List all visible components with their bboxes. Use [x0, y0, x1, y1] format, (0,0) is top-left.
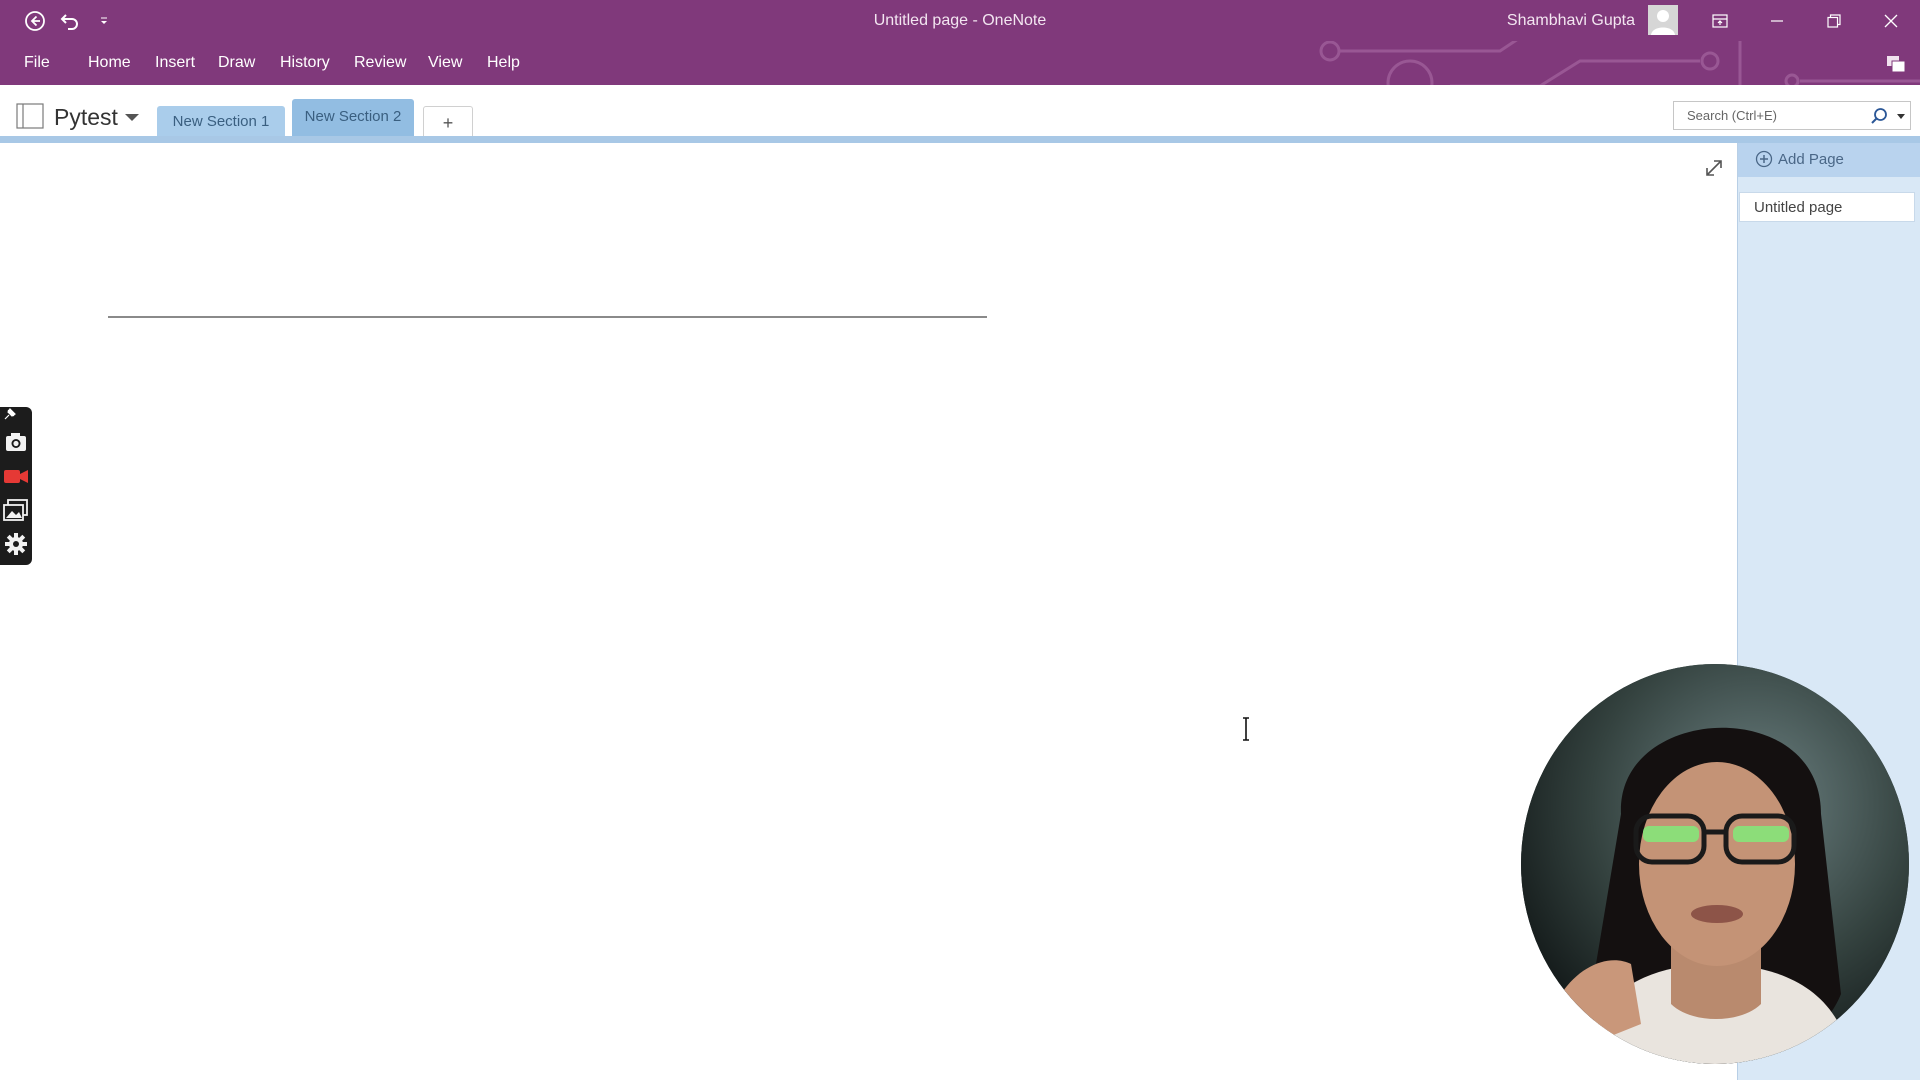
section-bar: Pytest New Section 1 New Section 2 + Sea…: [0, 85, 1920, 138]
record-video-button[interactable]: [3, 463, 29, 489]
close-button[interactable]: [1862, 0, 1919, 41]
undo-icon: [60, 13, 78, 30]
page-list-item[interactable]: Untitled page: [1739, 192, 1915, 222]
add-page-button[interactable]: Add Page: [1738, 143, 1920, 177]
back-icon: [25, 10, 45, 31]
avatar[interactable]: [1648, 5, 1678, 35]
pin-icon: [4, 408, 16, 420]
settings-button[interactable]: [3, 531, 29, 557]
text-cursor-icon: [1243, 717, 1249, 741]
menu-bar: File Home Insert Draw History Review Vie…: [0, 41, 1920, 126]
minimize-icon: [1770, 19, 1783, 22]
menu-draw[interactable]: Draw: [218, 41, 255, 85]
menu-file[interactable]: File: [24, 41, 50, 85]
minimize-button[interactable]: [1748, 0, 1805, 41]
full-page-view-button[interactable]: [1703, 157, 1725, 179]
expand-icon: [1706, 160, 1722, 176]
notebook-dropdown-icon[interactable]: [125, 114, 139, 121]
conversation-button[interactable]: [1886, 55, 1906, 73]
pin-button[interactable]: [3, 407, 29, 425]
restore-icon: [1826, 13, 1841, 28]
menu-home[interactable]: Home: [88, 41, 131, 85]
add-section-button[interactable]: +: [423, 106, 473, 138]
search-placeholder[interactable]: Search (Ctrl+E): [1687, 108, 1777, 123]
gallery-icon: [3, 499, 28, 521]
menu-insert[interactable]: Insert: [155, 41, 195, 85]
user-name[interactable]: Shambhavi Gupta: [1507, 0, 1635, 41]
menu-history[interactable]: History: [280, 41, 330, 85]
notebook-name[interactable]: Pytest: [54, 104, 118, 131]
notebook-icon[interactable]: [16, 103, 44, 129]
gallery-button[interactable]: [3, 497, 29, 523]
add-circle-icon: [1755, 150, 1773, 168]
add-page-label: Add Page: [1778, 151, 1844, 168]
close-icon: [1884, 14, 1897, 27]
section-color-bar: [0, 136, 1920, 143]
user-avatar-icon: [1651, 10, 1675, 35]
customize-icon: [101, 17, 107, 24]
menu-view[interactable]: View: [428, 41, 462, 85]
customize-quick-access-button[interactable]: [86, 0, 122, 41]
video-icon: [4, 470, 28, 483]
screenshot-button[interactable]: [3, 429, 29, 455]
ribbon-display-button[interactable]: [1691, 0, 1748, 41]
back-button[interactable]: [17, 0, 53, 41]
recorder-toolbar: [0, 407, 32, 565]
page-canvas[interactable]: [0, 143, 1737, 1080]
menu-review[interactable]: Review: [354, 41, 406, 85]
ribbon-display-icon: [1711, 13, 1728, 28]
conversation-icon: [1887, 56, 1906, 73]
page-title-underline[interactable]: [108, 316, 987, 318]
camera-icon: [6, 433, 26, 451]
settings-icon: [5, 533, 27, 555]
tab-new-section-2[interactable]: New Section 2: [292, 99, 414, 138]
page-list-item-label: Untitled page: [1754, 199, 1843, 216]
webcam-overlay: [1521, 664, 1909, 1064]
restore-button[interactable]: [1805, 0, 1862, 41]
presenter-webcam-image: [1521, 664, 1909, 1064]
undo-button[interactable]: [52, 0, 88, 41]
menu-help[interactable]: Help: [487, 41, 520, 85]
search-box[interactable]: Search (Ctrl+E): [1673, 101, 1911, 130]
title-bar: Untitled page - OneNote Shambhavi Gupta: [0, 0, 1920, 41]
search-scope-dropdown-icon[interactable]: [1897, 114, 1905, 119]
tab-new-section-1[interactable]: New Section 1: [157, 106, 285, 138]
search-icon[interactable]: [1870, 107, 1888, 125]
